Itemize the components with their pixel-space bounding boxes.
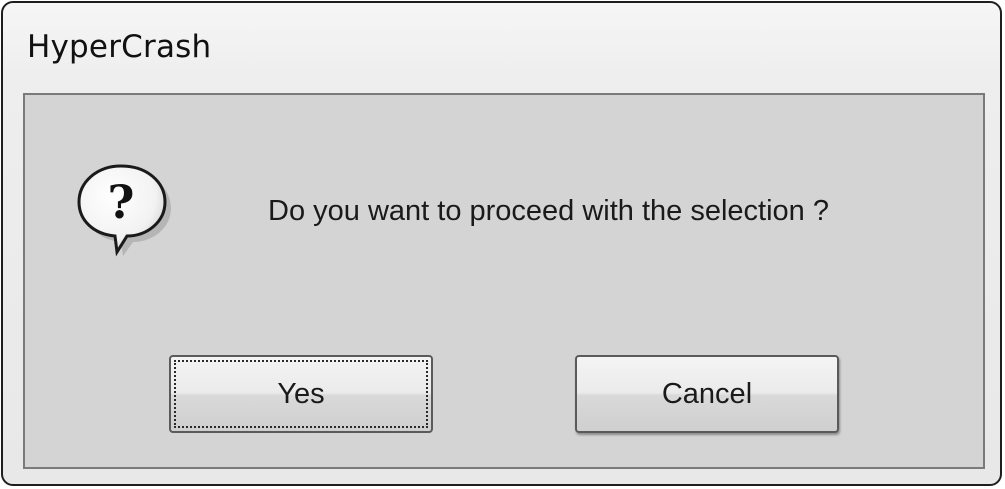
yes-button[interactable]: Yes xyxy=(169,355,433,433)
cancel-button-label: Cancel xyxy=(661,377,753,410)
question-icon: ? xyxy=(77,164,171,257)
yes-button-label: Yes xyxy=(277,377,325,410)
title-bar[interactable]: HyperCrash xyxy=(3,3,1000,91)
window-title: HyperCrash xyxy=(27,29,212,65)
dialog-content: ? Do you want to proceed with the select… xyxy=(23,93,985,469)
cancel-button[interactable]: Cancel xyxy=(575,355,839,433)
dialog-window: HyperCrash ? Do you want to proceed with… xyxy=(1,1,1002,486)
svg-text:?: ? xyxy=(108,175,135,229)
dialog-message: Do you want to proceed with the selectio… xyxy=(268,195,829,227)
